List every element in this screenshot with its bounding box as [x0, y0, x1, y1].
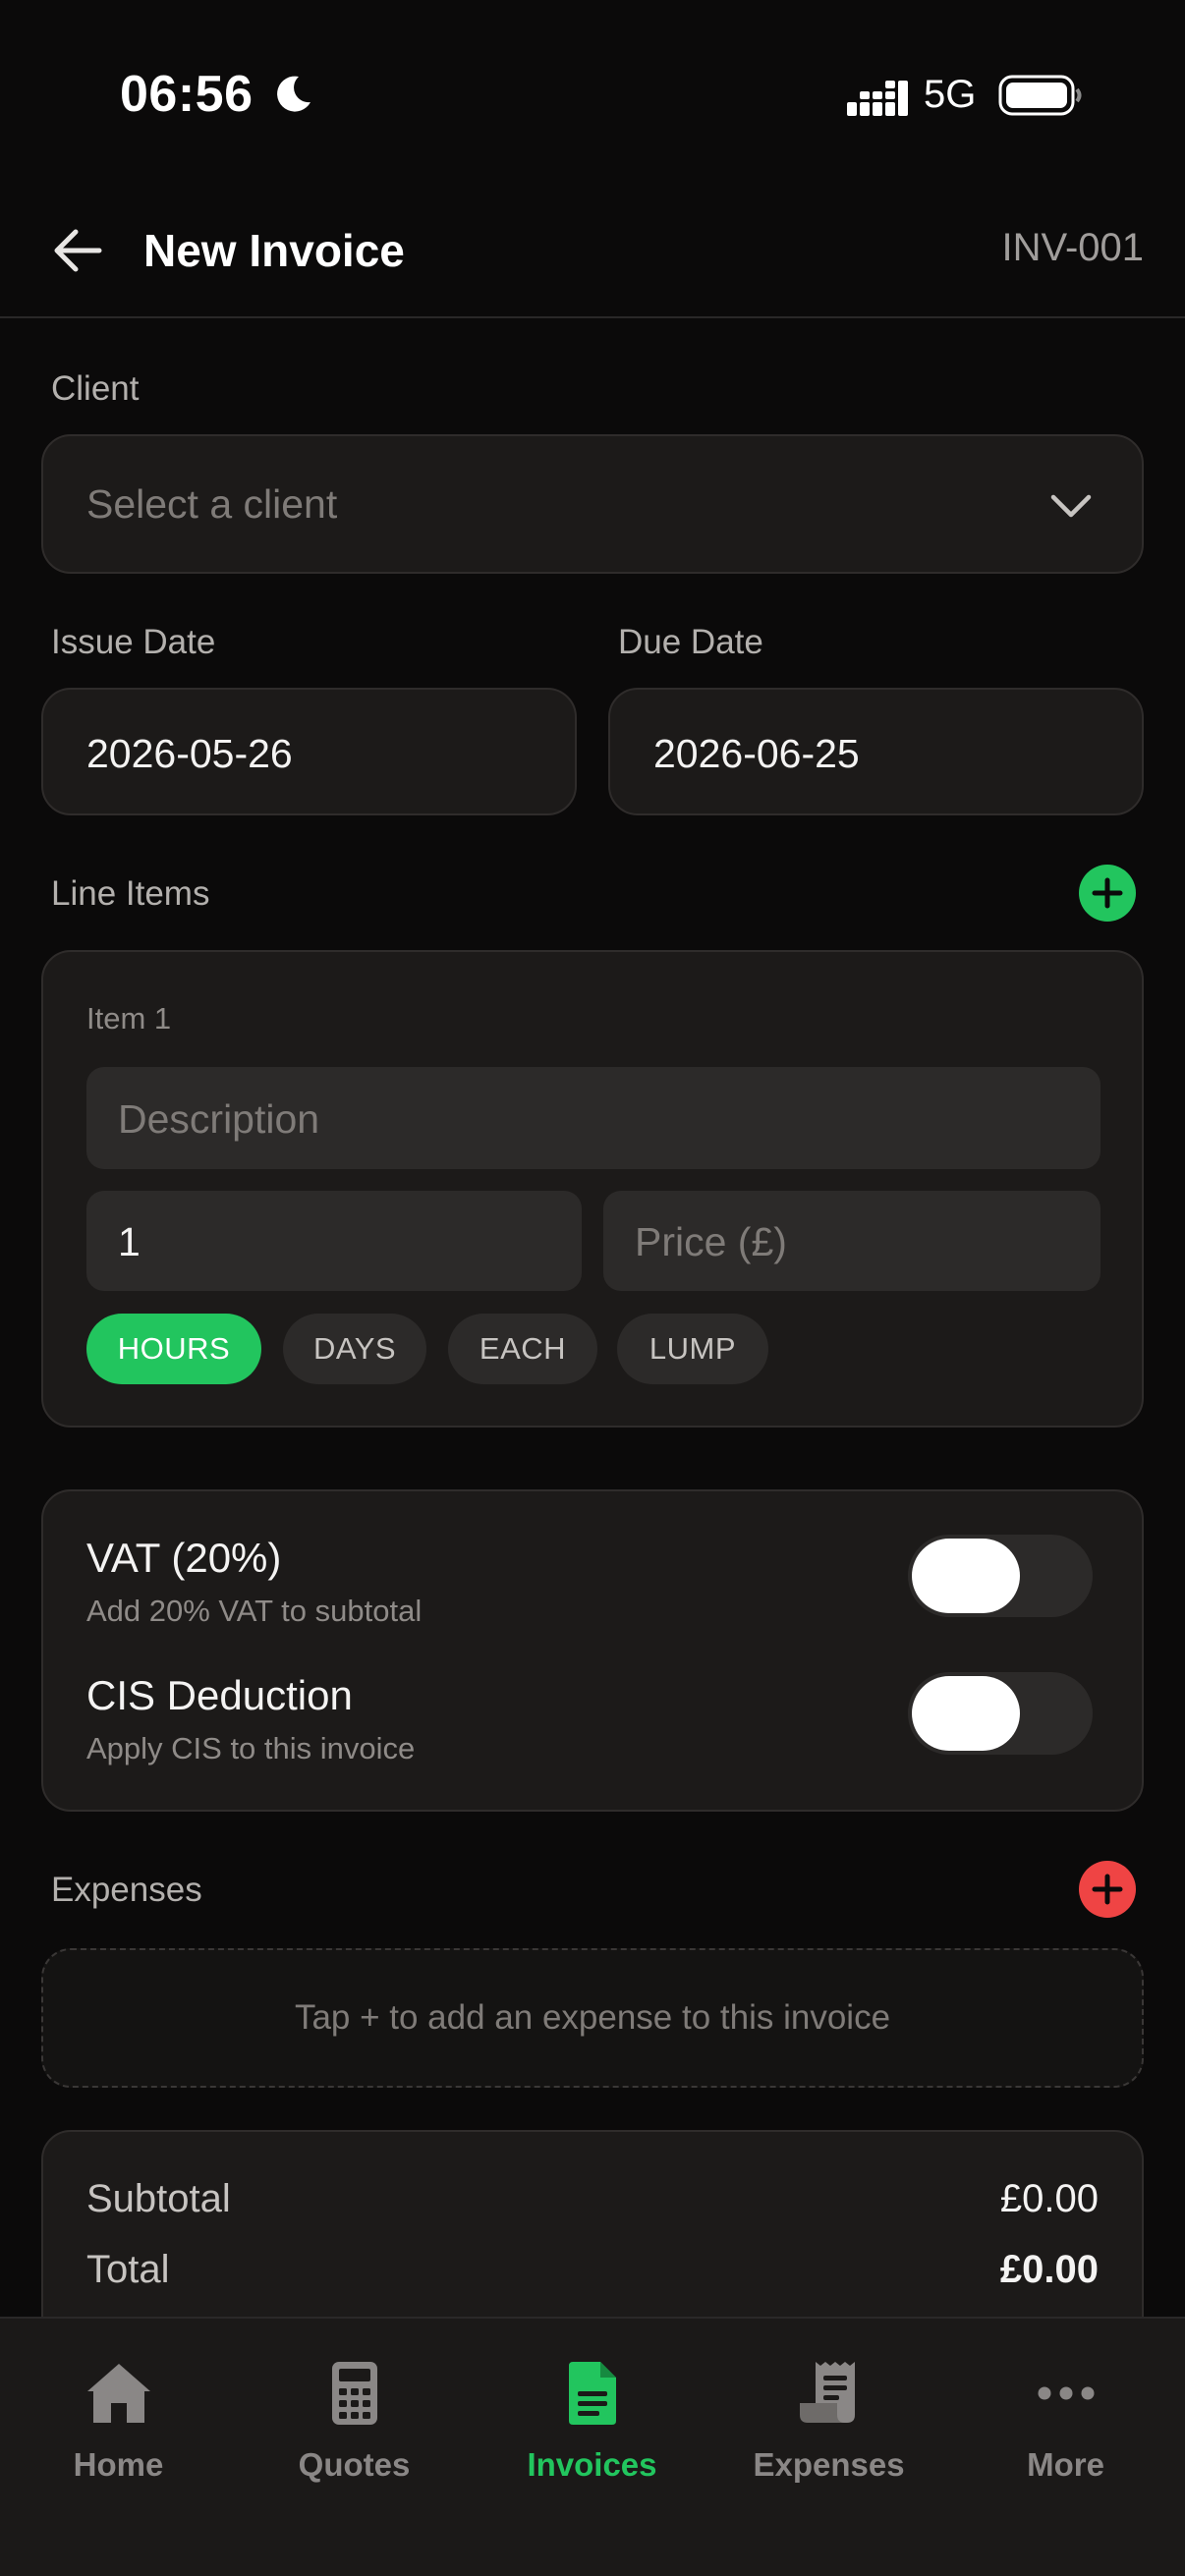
price-input[interactable]: Price (£) — [603, 1191, 1100, 1291]
home-icon — [86, 2364, 150, 2423]
issue-date-label: Issue Date — [51, 623, 216, 661]
calculator-icon — [331, 2362, 377, 2425]
vat-title: VAT (20%) — [86, 1535, 282, 1581]
expenses-label: Expenses — [51, 1871, 202, 1909]
quantity-value: 1 — [118, 1219, 141, 1264]
cis-toggle-knob — [912, 1676, 1020, 1751]
client-placeholder: Select a client — [86, 481, 338, 527]
nav-label-more: More — [1027, 2446, 1104, 2483]
issue-date-value: 2026-05-26 — [86, 731, 293, 776]
cis-toggle[interactable] — [908, 1672, 1093, 1755]
unit-pill-days[interactable]: DAYS — [283, 1314, 426, 1384]
arrow-left-icon — [54, 229, 102, 272]
line-item-title: Item 1 — [86, 1001, 172, 1036]
page-title: New Invoice — [143, 225, 405, 276]
plus-icon — [1092, 877, 1123, 909]
price-placeholder: Price (£) — [635, 1219, 787, 1264]
nav-item-quotes[interactable]: Quotes — [236, 2319, 473, 2495]
invoice-number: INV-001 — [1001, 226, 1144, 269]
vat-toggle[interactable] — [908, 1535, 1093, 1617]
receipt-icon — [799, 2362, 855, 2423]
nav-item-more[interactable]: More — [947, 2319, 1184, 2495]
unit-pill-lump[interactable]: LUMP — [617, 1314, 768, 1384]
signal-icon — [847, 81, 908, 116]
subtotal-value: £0.00 — [999, 2177, 1099, 2220]
line-items-label: Line Items — [51, 874, 210, 913]
invoice-document-icon — [568, 2362, 616, 2425]
bottom-nav: Home Quotes Invoices Expenses More — [0, 2317, 1185, 2576]
line-item-card: Item 1 Description 1 Price (£) HOURS DAY… — [41, 950, 1144, 1428]
client-select[interactable]: Select a client — [41, 434, 1144, 574]
quantity-input[interactable]: 1 — [86, 1191, 582, 1291]
description-input[interactable]: Description — [86, 1067, 1100, 1169]
moon-icon — [277, 76, 310, 112]
issue-date-field[interactable]: 2026-05-26 — [41, 688, 577, 815]
battery-icon — [998, 75, 1082, 116]
nav-label-quotes: Quotes — [298, 2446, 411, 2483]
expenses-empty-state: Tap + to add an expense to this invoice — [41, 1948, 1144, 2088]
description-placeholder: Description — [118, 1096, 320, 1142]
nav-label-expenses: Expenses — [753, 2446, 905, 2483]
add-line-item-button[interactable] — [1079, 865, 1136, 922]
vat-toggle-knob — [912, 1539, 1020, 1613]
client-label: Client — [51, 369, 140, 408]
network-type: 5G — [924, 73, 977, 116]
nav-item-invoices[interactable]: Invoices — [474, 2319, 710, 2495]
nav-item-expenses[interactable]: Expenses — [710, 2319, 947, 2495]
cis-title: CIS Deduction — [86, 1672, 353, 1718]
nav-label-home: Home — [73, 2446, 164, 2483]
due-date-value: 2026-06-25 — [653, 731, 860, 776]
nav-item-home[interactable]: Home — [0, 2319, 237, 2495]
chevron-down-icon — [1050, 494, 1092, 518]
plus-icon — [1092, 1874, 1123, 1905]
nav-label-invoices: Invoices — [527, 2446, 657, 2483]
cis-subtitle: Apply CIS to this invoice — [86, 1731, 416, 1765]
due-date-field[interactable]: 2026-06-25 — [608, 688, 1144, 815]
total-value: £0.00 — [999, 2248, 1099, 2291]
unit-pill-each[interactable]: EACH — [448, 1314, 597, 1384]
due-date-label: Due Date — [618, 623, 763, 661]
subtotal-label: Subtotal — [86, 2177, 231, 2220]
status-time: 06:56 — [120, 66, 254, 123]
more-dots-icon — [1038, 2386, 1094, 2400]
app-header: New Invoice INV-001 — [0, 187, 1185, 318]
unit-pill-hours[interactable]: HOURS — [86, 1314, 261, 1384]
back-button[interactable] — [43, 216, 112, 285]
total-label: Total — [86, 2248, 170, 2291]
status-bar: 06:56 5G — [0, 0, 1185, 187]
add-expense-button[interactable] — [1079, 1861, 1136, 1918]
vat-subtitle: Add 20% VAT to subtotal — [86, 1594, 423, 1628]
tax-options-card: VAT (20%) Add 20% VAT to subtotal CIS De… — [41, 1489, 1144, 1812]
